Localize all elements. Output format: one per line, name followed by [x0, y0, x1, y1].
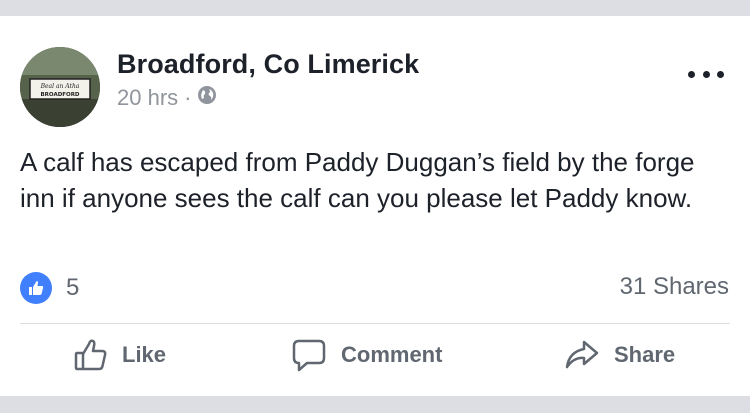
divider	[20, 323, 730, 324]
post-time[interactable]: 20 hrs	[117, 85, 178, 111]
meta-separator: ·	[184, 85, 192, 110]
thumbs-up-outline-icon	[74, 339, 107, 371]
share-arrow-icon	[565, 340, 599, 369]
share-label: Share	[614, 342, 676, 367]
more-dot	[688, 70, 695, 78]
avatar-sign-image: Beal an Atha BROADFORD	[20, 47, 100, 127]
thumbs-up-icon	[20, 272, 52, 304]
more-options-button[interactable]	[688, 64, 724, 84]
like-label: Like	[122, 342, 167, 367]
post-body: A calf has escaped from Paddy Duggan’s f…	[20, 147, 695, 213]
reactions-summary[interactable]: 5	[20, 272, 79, 304]
avatar-sign-line-2: BROADFORD	[40, 92, 79, 98]
post-card: Beal an Atha BROADFORD Broadford, Co Lim…	[0, 16, 750, 396]
like-count: 5	[66, 274, 80, 301]
shares-count[interactable]: 31 Shares	[620, 273, 729, 301]
page-avatar[interactable]: Beal an Atha BROADFORD	[20, 47, 100, 127]
share-button[interactable]: Share	[564, 338, 675, 372]
post-meta: 20 hrs ·	[117, 85, 217, 111]
comment-label: Comment	[341, 342, 443, 367]
comment-bubble-icon	[292, 339, 326, 372]
avatar-sign-line-1: Beal an Atha	[40, 83, 80, 90]
more-dot	[717, 70, 724, 78]
page-name[interactable]: Broadford, Co Limerick	[117, 49, 419, 80]
like-button[interactable]: Like	[74, 338, 166, 372]
more-dot	[702, 70, 710, 78]
globe-icon	[197, 85, 217, 111]
comment-button[interactable]: Comment	[291, 338, 442, 372]
